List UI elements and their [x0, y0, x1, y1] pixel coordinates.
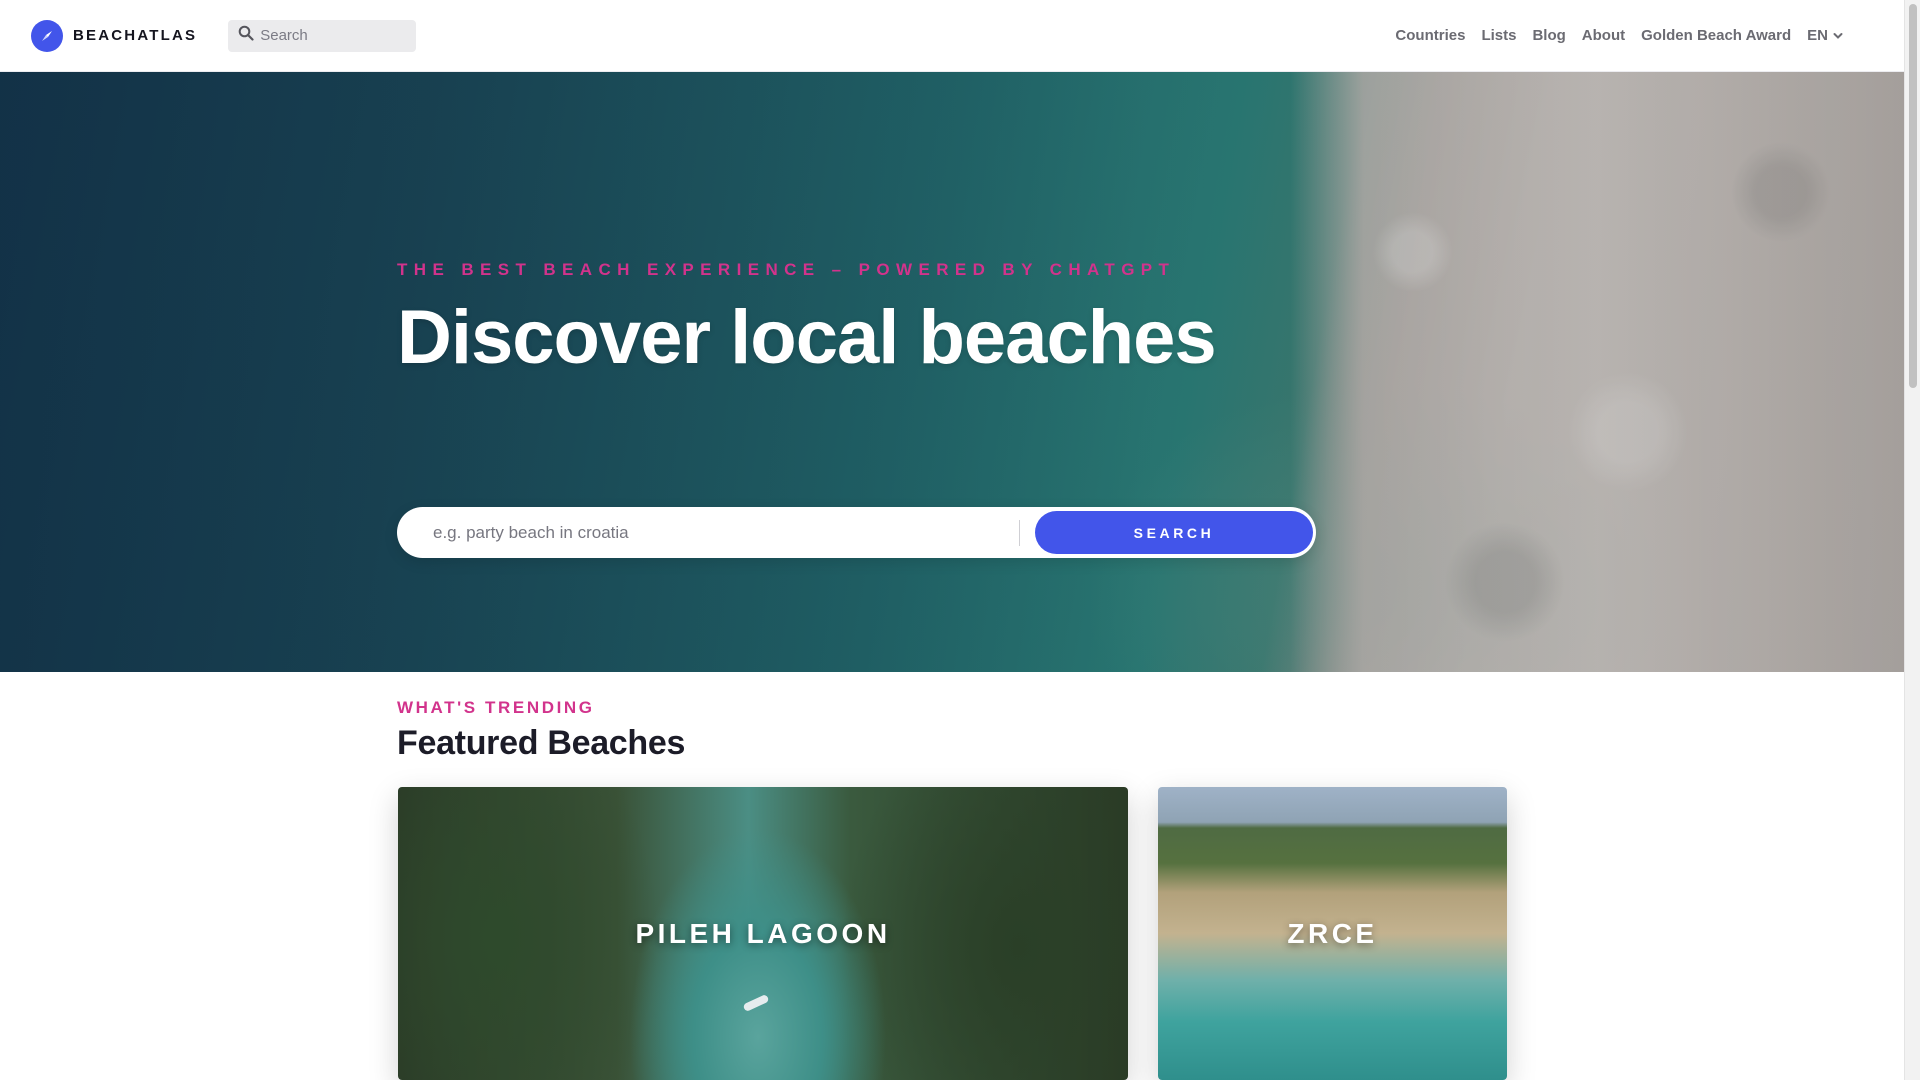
top-navbar: BEACHATLAS Countries Lists Blog About Go… — [0, 0, 1904, 72]
hero-search-button[interactable]: SEARCH — [1035, 511, 1313, 554]
hero-eyebrow: THE BEST BEACH EXPERIENCE – POWERED BY C… — [397, 260, 1176, 279]
page-scrollbar[interactable] — [1904, 0, 1920, 1080]
section-title: Featured Beaches — [397, 724, 686, 762]
nav-search-box[interactable] — [228, 19, 417, 52]
chevron-down-icon — [1833, 27, 1843, 44]
beach-card-zrce[interactable]: ZRCE — [1158, 787, 1507, 1080]
section-eyebrow: WHAT'S TRENDING — [397, 698, 595, 717]
nav-links: Countries Lists Blog About Golden Beach … — [1395, 27, 1843, 44]
beach-card-label: ZRCE — [1287, 917, 1378, 949]
nav-link-lists[interactable]: Lists — [1481, 27, 1516, 44]
hero-section: THE BEST BEACH EXPERIENCE – POWERED BY C… — [0, 72, 1904, 672]
nav-link-about[interactable]: About — [1582, 27, 1625, 44]
logo-text: BEACHATLAS — [73, 27, 198, 44]
nav-link-golden-beach-award[interactable]: Golden Beach Award — [1641, 27, 1791, 44]
compass-icon — [31, 19, 63, 52]
boat-image-detail — [742, 993, 770, 1013]
nav-search-input[interactable] — [260, 27, 411, 44]
featured-section-header: WHAT'S TRENDING Featured Beaches — [397, 698, 1507, 763]
language-label: EN — [1807, 27, 1828, 44]
search-divider — [1019, 519, 1020, 546]
hero-search-input[interactable] — [433, 512, 1019, 553]
nav-link-countries[interactable]: Countries — [1395, 27, 1465, 44]
language-selector[interactable]: EN — [1807, 27, 1843, 44]
hero-title: Discover local beaches — [397, 295, 1217, 380]
beach-card-pileh-lagoon[interactable]: PILEH LAGOON — [398, 787, 1128, 1080]
search-icon — [238, 25, 254, 46]
hero-search-bar: SEARCH — [397, 507, 1316, 558]
hero-content: THE BEST BEACH EXPERIENCE – POWERED BY C… — [397, 260, 1397, 558]
beach-card-label: PILEH LAGOON — [635, 917, 891, 949]
logo-link[interactable]: BEACHATLAS — [31, 19, 198, 52]
nav-link-blog[interactable]: Blog — [1532, 27, 1565, 44]
scrollbar-thumb[interactable] — [1909, 4, 1917, 388]
page: BEACHATLAS Countries Lists Blog About Go… — [0, 0, 1920, 1080]
